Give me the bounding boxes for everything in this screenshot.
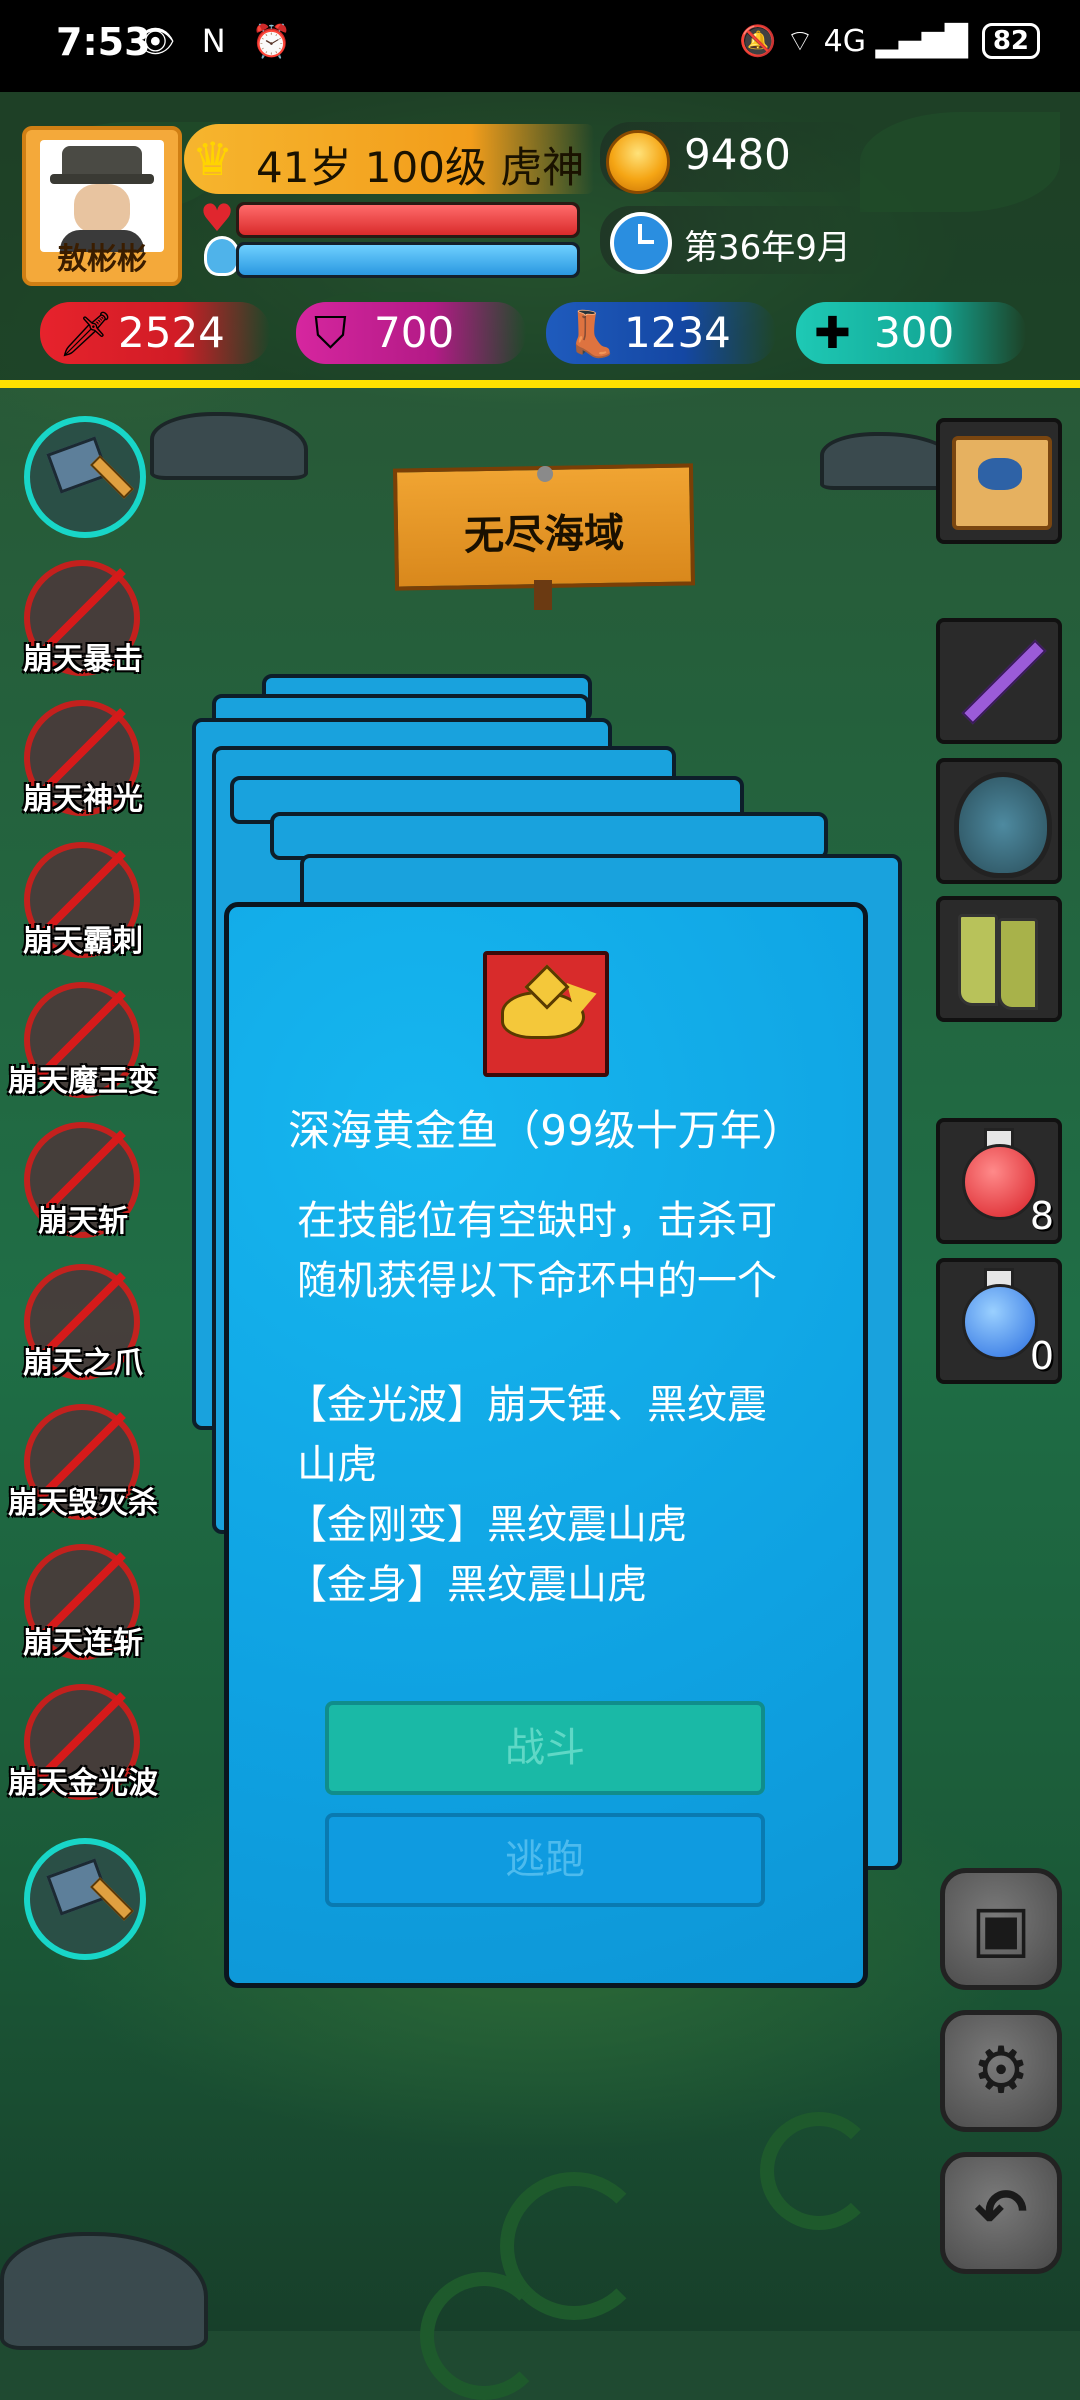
mp-bar-fill [239, 245, 577, 275]
floppy-disk-icon: ▣ [970, 1892, 1032, 1966]
map-scroll-icon [952, 436, 1052, 530]
status-left-icons: 👁 N ⏰ [135, 22, 300, 60]
skill-slot[interactable]: 崩天暴击 [0, 554, 166, 684]
skill-slot[interactable]: 崩天神光 [0, 694, 166, 824]
blue-potion-count: 0 [1029, 1334, 1054, 1378]
skill-label: 崩天斩 [38, 1204, 128, 1239]
gear-icon: ⚙ [972, 2034, 1030, 2108]
skill-label: 崩天暴击 [23, 642, 143, 677]
back-button[interactable]: ↶ [940, 2152, 1062, 2274]
hud-divider [0, 380, 1080, 388]
health-value: 300 [874, 308, 955, 357]
fight-button[interactable]: 战斗 [325, 1701, 765, 1795]
level-text: 41岁 100级 虎神 [256, 143, 585, 192]
boot-icon: 👢 [564, 309, 619, 360]
encounter-card: 深海黄金鱼（99级十万年） 在技能位有空缺时，击杀可 随机获得以下命环中的一个 … [224, 902, 868, 1988]
location-sign: 无尽海域 [392, 463, 696, 591]
description-line: 在技能位有空缺时，击杀可 [297, 1198, 777, 1244]
player-name: 敖彬彬 [57, 242, 147, 277]
armor-slot[interactable] [936, 758, 1062, 884]
map-button[interactable] [936, 418, 1062, 544]
blue-potion-icon [962, 1284, 1038, 1360]
skill-label: 崩天连斩 [23, 1626, 143, 1661]
red-potion-icon [962, 1144, 1038, 1220]
description-line: 随机获得以下命环中的一个 [297, 1258, 777, 1304]
ring-line: 山虎 [297, 1442, 377, 1488]
heart-icon: ♥ [200, 196, 235, 240]
ring-line: 【金光波】崩天锤、黑纹震 [287, 1382, 767, 1428]
skill-slot[interactable]: 崩天金光波 [0, 1678, 166, 1808]
skill-slot[interactable]: 崩天魔王变 [0, 976, 166, 1106]
player-avatar[interactable]: 敖彬彬 [22, 126, 182, 286]
health-cross-icon: ✚ [814, 308, 851, 359]
return-arrow-icon: ↶ [974, 2176, 1028, 2250]
signal-icons: 🔕 ⌔ 4G ▂▄▆█ [739, 24, 968, 59]
sword-icon: 🗡 [58, 309, 114, 360]
location-name: 无尽海域 [463, 510, 625, 560]
boots-slot[interactable] [936, 896, 1062, 1022]
skill-label: 崩天毁灭杀 [8, 1486, 158, 1521]
skill-label: 崩天神光 [23, 782, 143, 817]
battery-icon: 82 [981, 23, 1040, 59]
gold-amount: 9480 [684, 130, 791, 179]
skill-label: 崩天霸刺 [23, 924, 143, 959]
red-potion-slot[interactable]: 8 [936, 1118, 1062, 1244]
armor-icon [954, 772, 1052, 878]
coin-icon [606, 130, 670, 194]
equipped-hammer-button[interactable] [24, 416, 146, 538]
mp-bar [236, 242, 580, 278]
mana-flask-icon [204, 236, 240, 276]
ring-line: 【金身】黑纹震山虎 [287, 1562, 647, 1608]
attack-value: 2524 [118, 308, 225, 357]
purple-sword-icon [961, 639, 1047, 725]
flee-button[interactable]: 逃跑 [325, 1813, 765, 1907]
hammer-skill-button[interactable] [24, 1838, 146, 1960]
defense-value: 700 [374, 308, 455, 357]
monster-title: 深海黄金鱼（99级十万年） [288, 1106, 804, 1155]
speed-value: 1234 [624, 308, 731, 357]
hp-bar [236, 202, 580, 238]
save-button[interactable]: ▣ [940, 1868, 1062, 1990]
game-date: 第36年9月 [684, 228, 851, 268]
settings-button[interactable]: ⚙ [940, 2010, 1062, 2132]
status-bar: 7:53 👁 N ⏰ 🔕 ⌔ 4G ▂▄▆█ 82 [0, 0, 1080, 92]
crown-icon: ♛ [192, 132, 234, 186]
reward-rings: 【金光波】崩天锤、黑纹震 山虎 【金刚变】黑纹震山虎 【金身】黑纹震山虎 [287, 1375, 827, 1615]
clock-icon [610, 212, 672, 274]
blue-potion-slot[interactable]: 0 [936, 1258, 1062, 1384]
golden-fish-icon [483, 951, 609, 1077]
skill-slot[interactable]: 崩天毁灭杀 [0, 1398, 166, 1528]
shield-icon: ⛉ [314, 308, 347, 359]
skill-label: 崩天之爪 [23, 1346, 143, 1381]
defense-stat: ⛉ 700 [296, 302, 526, 364]
boots-icon [958, 914, 998, 1006]
speed-stat: 👢 1234 [546, 302, 776, 364]
skill-slot[interactable]: 崩天霸刺 [0, 836, 166, 966]
red-potion-count: 8 [1029, 1194, 1054, 1238]
hp-bar-fill [239, 205, 577, 235]
monster-description: 在技能位有空缺时，击杀可 随机获得以下命环中的一个 [297, 1191, 817, 1311]
level-banner: ♛ 41岁 100级 虎神 [184, 124, 594, 194]
skill-label: 崩天金光波 [8, 1766, 158, 1801]
status-right-icons: 🔕 ⌔ 4G ▂▄▆█ 82 [739, 22, 1040, 60]
health-stat: ✚ 300 [796, 302, 1026, 364]
attack-stat: 🗡 2524 [40, 302, 270, 364]
ring-line: 【金刚变】黑纹震山虎 [287, 1502, 687, 1548]
skill-slot[interactable]: 崩天斩 [0, 1116, 166, 1246]
skill-label: 崩天魔王变 [8, 1064, 158, 1099]
skill-slot[interactable]: 崩天之爪 [0, 1258, 166, 1388]
skill-slot[interactable]: 崩天连斩 [0, 1538, 166, 1668]
weapon-slot[interactable] [936, 618, 1062, 744]
